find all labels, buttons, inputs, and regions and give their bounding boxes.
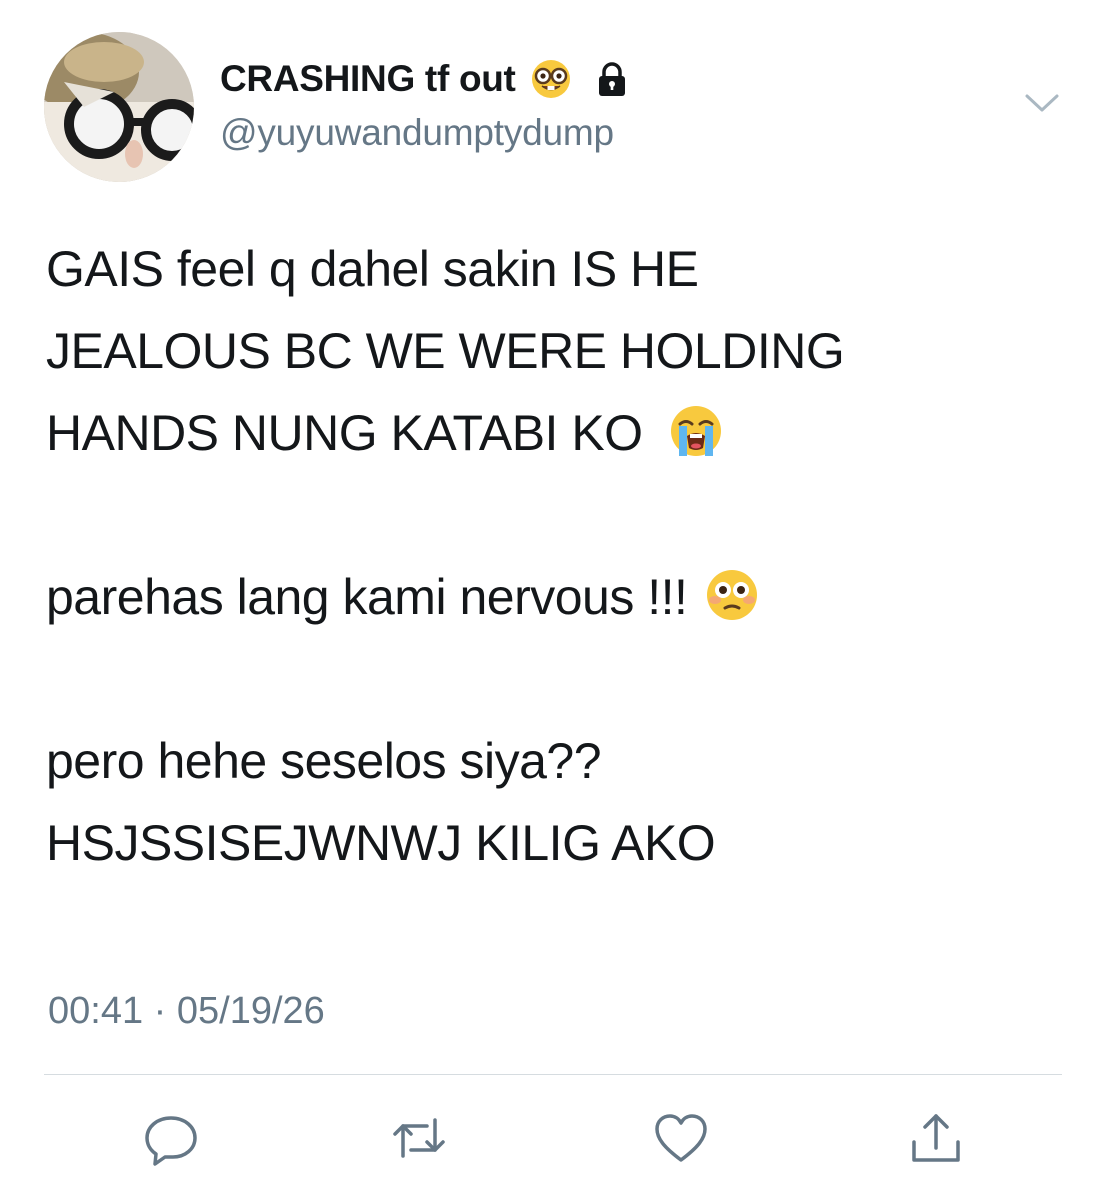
reply-icon bbox=[145, 1116, 197, 1166]
tweet-line: pero hehe seselos siya?? bbox=[46, 733, 602, 789]
nerd-face-emoji-icon bbox=[530, 58, 572, 100]
divider bbox=[44, 1074, 1062, 1075]
flushed-face-emoji-icon bbox=[705, 564, 759, 620]
retweet-button[interactable] bbox=[389, 1108, 449, 1168]
avatar-image bbox=[44, 32, 194, 182]
like-button[interactable] bbox=[651, 1108, 711, 1168]
display-name-row[interactable]: CRASHING tf out bbox=[220, 57, 632, 101]
chevron-down-icon[interactable] bbox=[1022, 88, 1062, 118]
tweet-line-text: parehas lang kami nervous !!! bbox=[46, 569, 688, 625]
tweet-text: GAIS feel q dahel sakin IS HE JEALOUS BC… bbox=[46, 228, 1056, 884]
tweet-card: CRASHING tf out @yuyuwandumptydump GAIS … bbox=[0, 0, 1106, 1200]
retweet-icon bbox=[393, 1118, 445, 1158]
user-handle[interactable]: @yuyuwandumptydump bbox=[220, 112, 614, 154]
display-name[interactable]: CRASHING tf out bbox=[220, 58, 516, 100]
tweet-timestamp[interactable]: 00:41 · 05/19/26 bbox=[48, 990, 325, 1033]
tweet-line: JEALOUS BC WE WERE HOLDING bbox=[46, 323, 845, 379]
share-button[interactable] bbox=[906, 1108, 966, 1168]
reply-button[interactable] bbox=[141, 1108, 201, 1168]
avatar[interactable] bbox=[44, 32, 194, 182]
loudly-crying-face-emoji-icon bbox=[669, 400, 723, 456]
heart-icon bbox=[655, 1114, 707, 1162]
tweet-line-text: HANDS NUNG KATABI KO bbox=[46, 405, 643, 461]
tweet-line: HSJSSISEJWNWJ KILIG AKO bbox=[46, 815, 716, 871]
lock-icon bbox=[592, 59, 632, 99]
share-icon bbox=[912, 1114, 960, 1162]
tweet-line: parehas lang kami nervous !!! bbox=[46, 556, 1056, 638]
tweet-line: GAIS feel q dahel sakin IS HE bbox=[46, 241, 699, 297]
tweet-line: HANDS NUNG KATABI KO bbox=[46, 392, 1056, 474]
